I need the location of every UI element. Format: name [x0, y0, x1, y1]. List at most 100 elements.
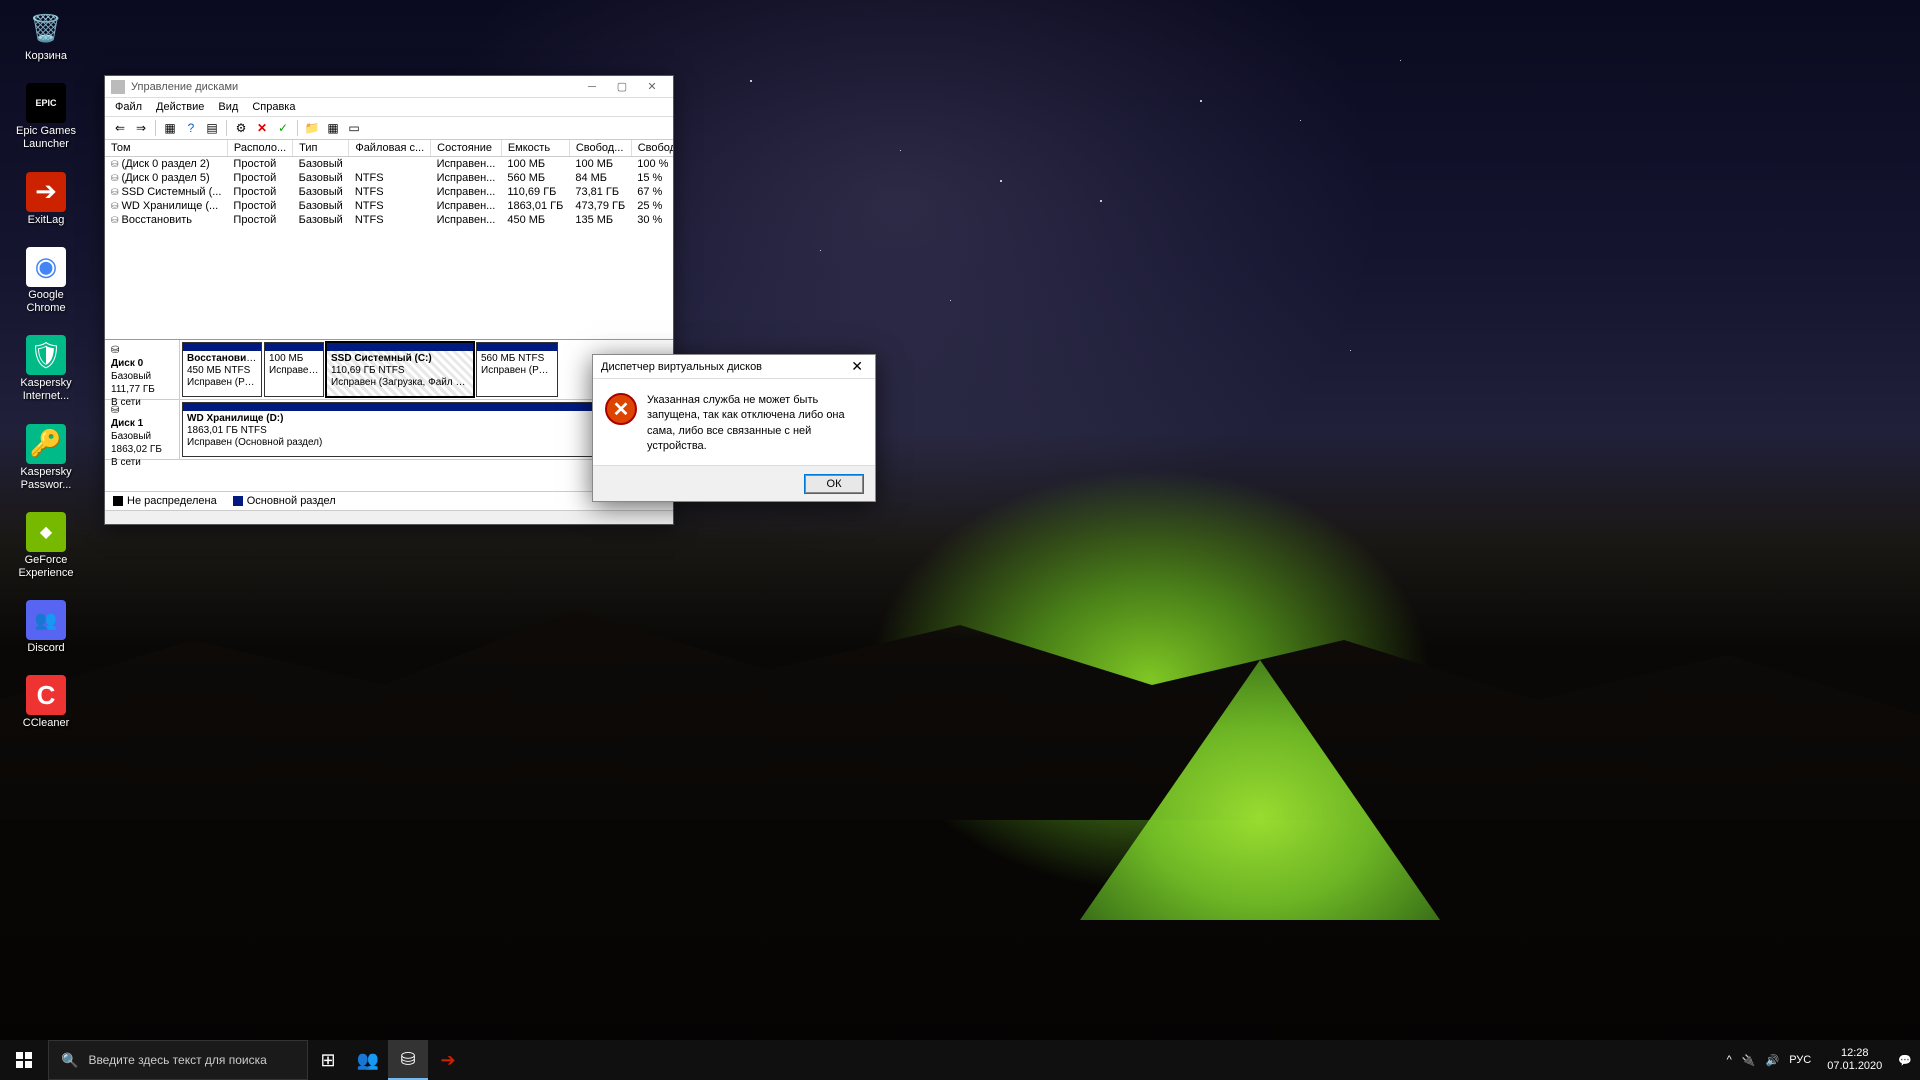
close-button[interactable]: ✕	[637, 77, 667, 97]
partition[interactable]: Восстановить450 МБ NTFSИсправен (Разде	[182, 342, 262, 397]
system-tray: ^ 🔌 🔊 РУС 12:28 07.01.2020 💬	[1719, 1047, 1920, 1073]
column-header[interactable]: Свобод...	[569, 140, 631, 157]
taskbar-disk-mgmt[interactable]: ⛁	[388, 1040, 428, 1080]
folder-button[interactable]: 📁	[303, 119, 321, 137]
column-header[interactable]: Том	[105, 140, 227, 157]
desktop-icon-discord[interactable]: 👥Discord	[8, 600, 84, 655]
clock-date: 07.01.2020	[1827, 1060, 1882, 1073]
desktop-icon-recycle-bin[interactable]: 🗑️ Корзина	[8, 8, 84, 63]
refresh-button[interactable]: ?	[182, 119, 200, 137]
desktop-icon-epic-games[interactable]: EPICEpic Games Launcher	[8, 83, 84, 151]
dialog-footer: ОК	[593, 465, 875, 501]
taskbar-exitlag[interactable]: ➔	[428, 1040, 468, 1080]
start-button[interactable]	[0, 1040, 48, 1080]
window-titlebar[interactable]: Управление дисками ─ ▢ ✕	[105, 76, 673, 98]
recycle-bin-icon: 🗑️	[26, 8, 66, 48]
table-cell: (Диск 0 раздел 2)	[105, 157, 227, 172]
partition[interactable]: WD Хранилище (D:)1863,01 ГБ NTFSИсправен…	[182, 402, 652, 457]
desktop-icon-exitlag[interactable]: ➔ ExitLag	[8, 172, 84, 227]
legend-swatch	[233, 496, 243, 506]
column-header[interactable]: Состояние	[431, 140, 502, 157]
partition-body: WD Хранилище (D:)1863,01 ГБ NTFSИсправен…	[183, 411, 651, 456]
menu-файл[interactable]: Файл	[115, 101, 142, 113]
menu-справка[interactable]: Справка	[252, 101, 295, 113]
table-cell: (Диск 0 раздел 5)	[105, 171, 227, 185]
table-cell: 100 МБ	[569, 157, 631, 172]
table-row[interactable]: (Диск 0 раздел 2)ПростойБазовыйИсправен.…	[105, 157, 673, 172]
table-cell: NTFS	[349, 185, 431, 199]
legend-item: Основной раздел	[233, 495, 336, 507]
ok-button[interactable]: ОК	[805, 475, 863, 493]
maximize-button[interactable]: ▢	[607, 77, 637, 97]
exitlag-icon: ➔	[26, 172, 66, 212]
tray-clock[interactable]: 12:28 07.01.2020	[1827, 1047, 1882, 1073]
toolbar: ⇐ ⇒ ▦ ? ▤ ⚙ ✕ ✓ 📁 ▦ ▭	[105, 117, 673, 140]
search-icon: 🔍	[61, 1052, 78, 1069]
task-view-button[interactable]: ⊞	[308, 1040, 348, 1080]
tray-language[interactable]: РУС	[1789, 1054, 1811, 1066]
menu-вид[interactable]: Вид	[218, 101, 238, 113]
view-button[interactable]: ▦	[161, 119, 179, 137]
partition[interactable]: 560 МБ NTFSИсправен (Разде	[476, 342, 558, 397]
desktop-icon-label: CCleaner	[23, 717, 69, 730]
table-cell: NTFS	[349, 171, 431, 185]
tray-chevron-icon[interactable]: ^	[1727, 1054, 1732, 1066]
volume-table[interactable]: ТомРасполо...ТипФайловая с...СостояниеЕм…	[105, 140, 673, 227]
dialog-body: ✕ Указанная служба не может быть запущен…	[593, 379, 875, 465]
partition[interactable]: SSD Системный (C:)110,69 ГБ NTFSИсправен…	[326, 342, 474, 397]
drive-button[interactable]: ▭	[345, 119, 363, 137]
windows-icon	[16, 1052, 32, 1068]
desktop-icon-ccleaner[interactable]: CCCleaner	[8, 675, 84, 730]
partition[interactable]: 100 МБИсправен (I	[264, 342, 324, 397]
table-cell: Исправен...	[431, 185, 502, 199]
menu-действие[interactable]: Действие	[156, 101, 204, 113]
delete-button[interactable]: ✕	[253, 119, 271, 137]
dialog-close-button[interactable]: ✕	[847, 358, 867, 375]
minimize-button[interactable]: ─	[577, 77, 607, 97]
desktop-icon-label: Epic Games Launcher	[8, 125, 84, 151]
taskbar-discord[interactable]: 👥	[348, 1040, 388, 1080]
check-button[interactable]: ✓	[274, 119, 292, 137]
column-header[interactable]: Свободно %	[631, 140, 673, 157]
table-cell: 100 МБ	[501, 157, 569, 172]
table-cell: Простой	[227, 185, 292, 199]
props-button[interactable]: ▦	[324, 119, 342, 137]
column-header[interactable]: Располо...	[227, 140, 292, 157]
kaspersky-internet-icon: 🛡	[26, 335, 66, 375]
chrome-icon: ◉	[26, 247, 66, 287]
desktop-icon-label: ExitLag	[28, 214, 65, 227]
table-cell: WD Хранилище (...	[105, 199, 227, 213]
tray-power-icon[interactable]: 🔌	[1742, 1054, 1756, 1067]
geforce-icon: ◆	[26, 512, 66, 552]
tray-volume-icon[interactable]: 🔊	[1766, 1054, 1780, 1067]
back-button[interactable]: ⇐	[111, 119, 129, 137]
desktop-icon-kaspersky-internet[interactable]: 🛡Kaspersky Internet...	[8, 335, 84, 403]
disk-label[interactable]: ⛁ Диск 0Базовый111,77 ГБВ сети	[105, 340, 180, 399]
taskbar-search[interactable]: 🔍 Введите здесь текст для поиска	[48, 1040, 308, 1080]
table-row[interactable]: ВосстановитьПростойБазовыйNTFSИсправен..…	[105, 213, 673, 227]
partition-body: Восстановить450 МБ NTFSИсправен (Разде	[183, 351, 261, 396]
table-row[interactable]: SSD Системный (...ПростойБазовыйNTFSИспр…	[105, 185, 673, 199]
dialog-title: Диспетчер виртуальных дисков	[601, 361, 847, 373]
desktop-icon-chrome[interactable]: ◉Google Chrome	[8, 247, 84, 315]
partition-header	[183, 403, 651, 411]
table-row[interactable]: WD Хранилище (...ПростойБазовыйNTFSИспра…	[105, 199, 673, 213]
desktop-icon-geforce[interactable]: ◆GeForce Experience	[8, 512, 84, 580]
desktop-icon-label: Корзина	[25, 50, 67, 63]
column-header[interactable]: Тип	[293, 140, 349, 157]
settings-button[interactable]: ⚙	[232, 119, 250, 137]
legend-item: Не распределена	[113, 495, 217, 507]
disk-label[interactable]: ⛁ Диск 1Базовый1863,02 ГБВ сети	[105, 400, 180, 459]
partition-body: 100 МБИсправен (I	[265, 351, 323, 396]
tray-notifications-icon[interactable]: 💬	[1898, 1054, 1912, 1067]
table-row[interactable]: (Диск 0 раздел 5)ПростойБазовыйNTFSИспра…	[105, 171, 673, 185]
desktop-icon-label: Discord	[27, 642, 64, 655]
column-header[interactable]: Емкость	[501, 140, 569, 157]
desktop-icon-kaspersky-password[interactable]: 🔑Kaspersky Passwor...	[8, 424, 84, 492]
forward-button[interactable]: ⇒	[132, 119, 150, 137]
column-header[interactable]: Файловая с...	[349, 140, 431, 157]
dialog-titlebar[interactable]: Диспетчер виртуальных дисков ✕	[593, 355, 875, 379]
clock-time: 12:28	[1827, 1047, 1882, 1060]
list-button[interactable]: ▤	[203, 119, 221, 137]
table-cell: 135 МБ	[569, 213, 631, 227]
